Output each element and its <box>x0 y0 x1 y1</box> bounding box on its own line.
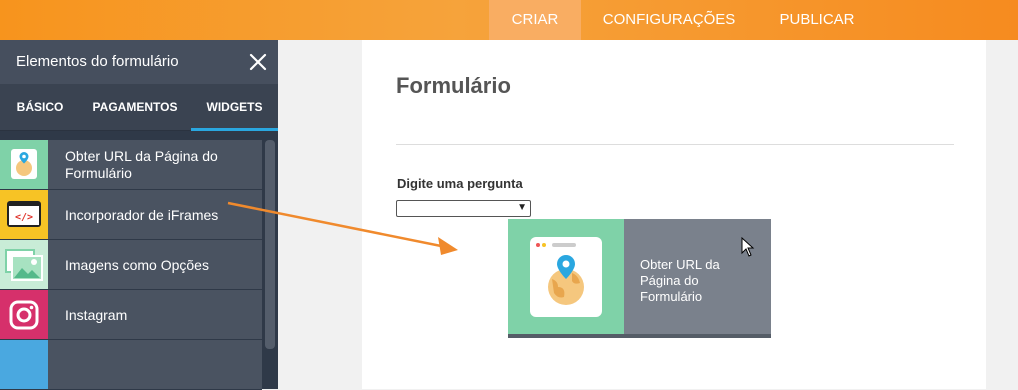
drag-arrow-icon <box>227 201 458 255</box>
